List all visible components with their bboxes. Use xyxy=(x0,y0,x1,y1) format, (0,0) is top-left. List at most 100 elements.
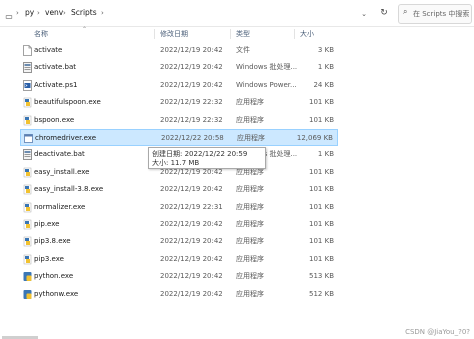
file-name: pip3.exe xyxy=(34,254,64,263)
breadcrumb-venv[interactable]: venv xyxy=(45,4,63,22)
file-name: python.exe xyxy=(34,272,74,281)
search-placeholder: 在 Scripts 中搜索 xyxy=(413,10,470,18)
python-exe-icon xyxy=(23,115,32,126)
batch-file-icon xyxy=(23,149,32,161)
sort-up-icon: ⌃ xyxy=(82,26,88,33)
python-icon xyxy=(23,271,32,282)
file-size: 1 KB xyxy=(317,150,334,159)
file-size: 101 KB xyxy=(309,167,334,176)
column-type[interactable]: 类型 xyxy=(236,28,250,40)
file-date: 2022/12/19 20:42 xyxy=(160,272,223,281)
column-divider[interactable] xyxy=(230,29,231,39)
file-date: 2022/12/19 20:42 xyxy=(160,254,223,263)
file-type: 应用程序 xyxy=(237,134,265,142)
file-type: 文件 xyxy=(236,46,250,54)
file-type: Windows 批处理... xyxy=(236,63,298,72)
column-size[interactable]: 大小 xyxy=(300,28,314,40)
file-date: 2022/12/19 20:42 xyxy=(160,237,223,246)
tooltip-size: 大小: 11.7 MB xyxy=(152,159,200,167)
application-icon xyxy=(24,133,33,144)
python-exe-icon xyxy=(23,202,32,213)
breadcrumb-py[interactable]: py xyxy=(25,4,34,22)
file-row[interactable]: python.exe 2022/12/19 20:42 应用程序 513 KB xyxy=(20,268,338,285)
file-row[interactable]: bspoon.exe 2022/12/19 22:32 应用程序 101 KB xyxy=(20,112,338,129)
address-dropdown-icon[interactable]: ⌄ xyxy=(359,9,369,19)
file-date: 2022/12/22 20:58 xyxy=(161,134,224,142)
python-exe-icon xyxy=(23,97,32,108)
file-date: 2022/12/19 20:42 xyxy=(160,63,223,72)
file-size: 513 KB xyxy=(309,272,334,281)
file-name: easy_install-3.8.exe xyxy=(34,185,104,194)
python-exe-icon xyxy=(23,236,32,247)
breadcrumb-separator-icon: › xyxy=(63,9,66,17)
file-size: 101 KB xyxy=(309,220,334,228)
file-name: easy_install.exe xyxy=(34,167,90,176)
search-box[interactable]: ⌕ 在 Scripts 中搜索 xyxy=(398,4,472,24)
python-exe-icon xyxy=(23,167,32,178)
file-row[interactable]: chromedriver.exe 2022/12/22 20:58 应用程序 12,0… xyxy=(20,129,338,146)
file-type: 应用程序 xyxy=(236,272,264,281)
file-date: 2022/12/19 22:32 xyxy=(160,115,223,124)
file-name: chromedriver.exe xyxy=(35,134,97,142)
column-date[interactable]: 修改日期 xyxy=(160,28,188,40)
file-date: 2022/12/19 20:42 xyxy=(160,220,223,228)
file-type: 应用程序 xyxy=(236,237,264,246)
file-row[interactable]: pythonw.exe 2022/12/19 20:42 应用程序 512 KB xyxy=(20,286,338,303)
file-tooltip: 创建日期: 2022/12/22 20:59 大小: 11.7 MB xyxy=(148,147,266,169)
file-size: 101 KB xyxy=(309,237,334,246)
file-row[interactable]: easy_install-3.8.exe 2022/12/19 20:42 应用程序… xyxy=(20,181,338,198)
column-divider[interactable] xyxy=(294,29,295,39)
file-type: 应用程序 xyxy=(236,254,264,263)
breadcrumb-scripts[interactable]: Scripts xyxy=(71,4,97,22)
file-row[interactable]: activate 2022/12/19 20:42 文件 3 KB xyxy=(20,42,338,59)
powershell-script-icon xyxy=(23,79,32,91)
breadcrumb-separator-icon: › xyxy=(37,9,40,17)
breadcrumb-separator-icon: › xyxy=(101,9,104,17)
file-size: 101 KB xyxy=(309,115,334,124)
toolbar: ▭ › py › venv › Scripts › ⌄ ↻ ⌕ 在 Script… xyxy=(0,0,474,27)
file-row[interactable]: pip3.exe 2022/12/19 20:42 应用程序 101 KB xyxy=(20,251,338,268)
search-icon: ⌕ xyxy=(403,7,408,16)
file-name: beautifulspoon.exe xyxy=(34,98,101,107)
file-date: 2022/12/19 22:32 xyxy=(160,98,223,107)
file-size: 101 KB xyxy=(309,202,334,211)
file-row[interactable]: beautifulspoon.exe 2022/12/19 22:32 应用程序 10… xyxy=(20,94,338,111)
file-name: pip3.8.exe xyxy=(34,237,71,246)
file-size: 3 KB xyxy=(317,46,334,54)
python-exe-icon xyxy=(23,184,32,195)
file-row[interactable]: activate.bat 2022/12/19 20:42 Windows 批处理.… xyxy=(20,59,338,76)
file-row[interactable]: pip.exe 2022/12/19 20:42 应用程序 101 KB xyxy=(20,216,338,233)
column-name[interactable]: 名称 xyxy=(34,28,48,40)
file-size: 24 KB xyxy=(313,80,334,89)
file-type: Windows Power... xyxy=(236,80,297,89)
file-row[interactable]: normalizer.exe 2022/12/19 22:31 应用程序 101 KB xyxy=(20,199,338,216)
file-size: 12,069 KB xyxy=(296,134,333,142)
file-name: activate.bat xyxy=(34,63,77,72)
file-name: Activate.ps1 xyxy=(34,80,78,89)
file-row[interactable]: Activate.ps1 2022/12/19 20:42 Windows Powe… xyxy=(20,77,338,94)
file-date: 2022/12/19 22:31 xyxy=(160,202,223,211)
file-name: pip.exe xyxy=(34,220,60,228)
file-size: 101 KB xyxy=(309,185,334,194)
python-icon xyxy=(23,289,32,300)
python-exe-icon xyxy=(23,254,32,265)
refresh-icon[interactable]: ↻ xyxy=(377,6,391,20)
file-type: 应用程序 xyxy=(236,115,264,124)
file-size: 512 KB xyxy=(309,289,334,298)
file-name: bspoon.exe xyxy=(34,115,75,124)
file-row[interactable]: pip3.8.exe 2022/12/19 20:42 应用程序 101 KB xyxy=(20,233,338,250)
file-date: 2022/12/19 20:42 xyxy=(160,289,223,298)
column-header: ⌃ 名称 修改日期 类型 大小 xyxy=(20,26,340,40)
file-type: 应用程序 xyxy=(236,185,264,194)
file-date: 2022/12/19 20:42 xyxy=(160,185,223,194)
file-date: 2022/12/19 20:42 xyxy=(160,80,223,89)
file-icon xyxy=(23,45,32,56)
file-name: deactivate.bat xyxy=(34,150,85,159)
column-divider[interactable] xyxy=(154,29,155,39)
breadcrumb-separator-icon: › xyxy=(16,9,19,17)
file-type: 应用程序 xyxy=(236,220,264,228)
address-bar[interactable]: ▭ › py › venv › Scripts › ⌄ xyxy=(0,4,381,22)
file-size: 101 KB xyxy=(309,98,334,107)
python-exe-icon xyxy=(23,219,32,230)
file-name: pythonw.exe xyxy=(34,289,79,298)
